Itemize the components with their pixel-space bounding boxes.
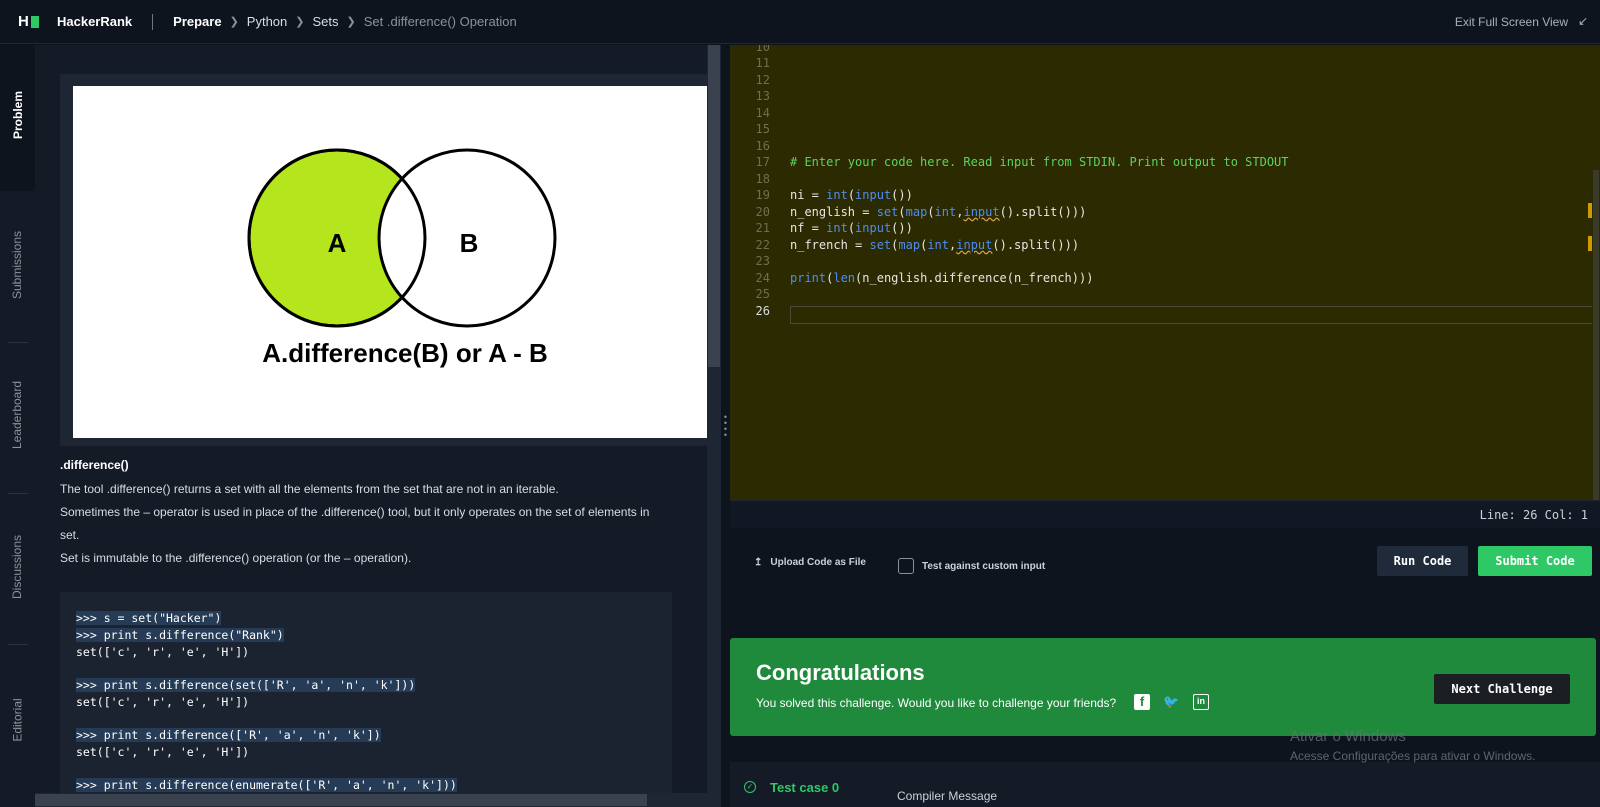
line-number: 11 — [755, 56, 770, 70]
tab-discussions-label: Discussions — [10, 534, 25, 600]
success-banner: Congratulations You solved this challeng… — [730, 638, 1596, 736]
line-number-current: 26 — [755, 304, 770, 318]
tab-submissions[interactable]: Submissions — [0, 220, 35, 310]
run-code-button[interactable]: Run Code — [1377, 546, 1468, 576]
code-line: >>> print s.difference("Rank") — [76, 628, 284, 642]
test-results: ✓ Test case 0 Compiler Message — [730, 762, 1600, 807]
divider — [152, 13, 154, 30]
facebook-icon[interactable]: f — [1134, 694, 1150, 710]
line-number: 12 — [755, 73, 770, 87]
line-number: 25 — [755, 287, 770, 301]
hackerrank-logo[interactable]: H — [18, 13, 44, 30]
breadcrumb-python[interactable]: Python — [247, 14, 287, 29]
problem-hscrollbar-thumb[interactable] — [35, 794, 647, 806]
upload-label: Upload Code as File — [770, 557, 866, 568]
code-line: set(['c', 'r', 'e', 'H']) — [76, 745, 250, 759]
editor-actions: ↥ Upload Code as File Test against custo… — [730, 528, 1600, 638]
example-code-block: >>> s = set("Hacker") >>> print s.differ… — [60, 592, 672, 807]
tab-leaderboard[interactable]: Leaderboard — [0, 370, 35, 460]
line-number: 19 — [755, 188, 770, 202]
paragraph: The tool .difference() returns a set wit… — [60, 482, 559, 496]
problem-panel: A B A.difference(B) or A - B .difference… — [35, 45, 707, 807]
code-editor[interactable]: 10 11 12 13 14 15 16 17 18 19 20 21 22 2… — [730, 45, 1600, 500]
tab-divider — [8, 644, 28, 645]
editor-scrollbar-thumb[interactable] — [1593, 170, 1599, 500]
checkbox[interactable] — [898, 558, 914, 574]
code-line: set(['c', 'r', 'e', 'H']) — [76, 645, 250, 659]
compiler-message-label: Compiler Message — [897, 789, 998, 803]
line-number: 17 — [755, 155, 770, 169]
exit-fullscreen-button[interactable]: Exit Full Screen View — [1455, 15, 1568, 29]
breadcrumb-sets[interactable]: Sets — [313, 14, 339, 29]
venn-label-a: A — [328, 228, 347, 258]
upload-code-button[interactable]: ↥ Upload Code as File — [754, 557, 866, 568]
code-line: >>> print s.difference(set(['R', 'a', 'n… — [76, 678, 416, 692]
breadcrumb-prepare[interactable]: Prepare — [173, 14, 221, 29]
line-gutter: 10 11 12 13 14 15 16 17 18 19 20 21 22 2… — [730, 45, 770, 500]
code-line: >>> print s.difference(['R', 'a', 'n', '… — [76, 728, 381, 742]
windows-watermark-subtitle: Acesse Configurações para ativar o Windo… — [1290, 749, 1536, 763]
code-line-22: n_french = set(map(int,input().split())) — [790, 238, 1080, 252]
paragraph: Set is immutable to the .difference() op… — [60, 551, 412, 565]
current-line-highlight — [790, 306, 1598, 324]
line-number: 13 — [755, 89, 770, 103]
banner-title: Congratulations — [756, 660, 925, 685]
test-case-tab[interactable]: Test case 0 — [770, 780, 839, 795]
code-line-19: ni = int(input()) — [790, 188, 913, 202]
section-title: .difference() — [60, 458, 129, 472]
paragraph: Sometimes the – operator is used in plac… — [60, 505, 650, 542]
custom-input-checkbox[interactable]: Test against custom input — [898, 558, 1045, 574]
tab-submissions-label: Submissions — [10, 230, 25, 300]
submit-code-button[interactable]: Submit Code — [1478, 546, 1592, 576]
code-line: >>> print s.difference(enumerate(['R', '… — [76, 778, 457, 792]
code-line-21: nf = int(input()) — [790, 221, 913, 235]
tab-discussions[interactable]: Discussions — [0, 522, 35, 612]
twitter-icon[interactable]: 🐦 — [1163, 694, 1179, 710]
venn-diagram: A B A.difference(B) or A - B — [247, 148, 557, 368]
tab-divider — [8, 342, 28, 343]
venn-label-b: B — [460, 228, 479, 258]
problem-scrollbar-thumb[interactable] — [708, 45, 720, 367]
windows-watermark-title: Ativar o Windows — [1290, 728, 1406, 745]
line-number: 10 — [755, 45, 770, 54]
chevron-right-icon: ❯ — [229, 16, 239, 28]
check-circle-icon: ✓ — [744, 781, 756, 793]
code-line: set(['c', 'r', 'e', 'H']) — [76, 695, 250, 709]
code-line-20: n_english = set(map(int,input().split())… — [790, 205, 1087, 219]
tab-problem-label: Problem — [10, 90, 25, 140]
tab-divider — [8, 493, 28, 494]
venn-diagram-image: A B A.difference(B) or A - B — [73, 86, 707, 438]
linkedin-icon[interactable]: in — [1193, 694, 1209, 710]
line-number: 15 — [755, 122, 770, 136]
line-number: 16 — [755, 139, 770, 153]
tab-editorial[interactable]: Editorial — [0, 675, 35, 765]
line-number: 22 — [755, 238, 770, 252]
venn-caption: A.difference(B) or A - B — [262, 338, 548, 368]
line-number: 21 — [755, 221, 770, 235]
custom-input-label: Test against custom input — [922, 560, 1046, 572]
upload-icon: ↥ — [754, 557, 763, 568]
breadcrumb-current: Set .difference() Operation — [363, 14, 517, 29]
chevron-right-icon: ❯ — [295, 16, 305, 28]
line-number: 24 — [755, 271, 770, 285]
line-number: 20 — [755, 205, 770, 219]
tab-leaderboard-label: Leaderboard — [10, 380, 25, 450]
line-number: 18 — [755, 172, 770, 186]
chevron-right-icon: ❯ — [346, 16, 356, 28]
code-comment: # Enter your code here. Read input from … — [790, 155, 1289, 169]
line-number: 23 — [755, 254, 770, 268]
brand-name[interactable]: HackerRank — [57, 14, 132, 29]
tab-editorial-label: Editorial — [10, 698, 25, 742]
collapse-icon[interactable]: ↙ — [1578, 14, 1592, 28]
next-challenge-button[interactable]: Next Challenge — [1434, 674, 1570, 704]
drag-handle-icon[interactable]: • • • • — [723, 413, 728, 440]
banner-subtitle: You solved this challenge. Would you lik… — [756, 696, 1117, 710]
top-bar: H HackerRank Prepare ❯ Python ❯ Sets ❯ S… — [0, 0, 1600, 44]
code-line: >>> s = set("Hacker") — [76, 611, 222, 625]
editor-status-bar: Line: 26 Col: 1 — [730, 500, 1600, 528]
code-line-24: print(len(n_english.difference(n_french)… — [790, 271, 1094, 285]
cursor-position: Line: 26 Col: 1 — [1479, 508, 1588, 522]
line-number: 14 — [755, 106, 770, 120]
tab-problem[interactable]: Problem — [0, 70, 35, 160]
